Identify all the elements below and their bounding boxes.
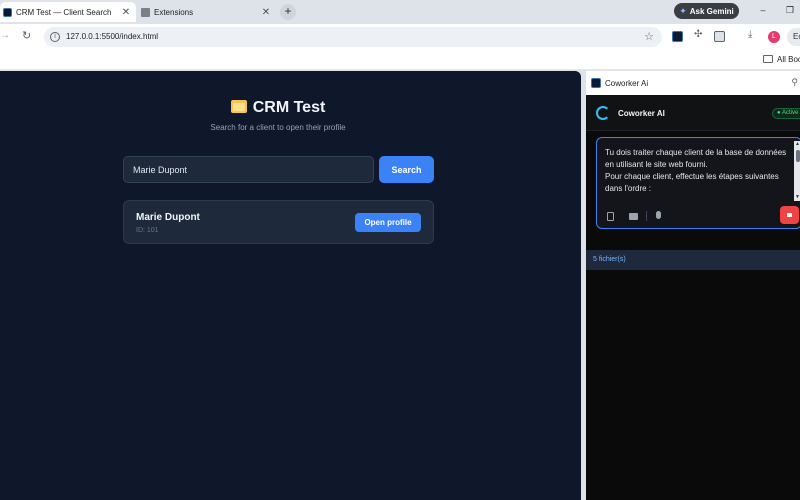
scroll-up-icon[interactable]: ▲ [795,141,800,147]
prompt-textarea[interactable]: Tu dois traiter chaque client de la base… [596,137,800,229]
pin-icon[interactable]: ⚲ [791,77,798,88]
client-id: ID: 101 [136,227,159,234]
client-name: Marie Dupont [136,212,200,223]
reload-icon[interactable]: ↻ [22,29,31,42]
page-title: CRM Test [0,99,556,117]
tab-extensions[interactable]: Extensions ✕ [138,2,276,22]
page-title-text: CRM Test [252,99,326,116]
attach-file-icon[interactable] [607,212,614,221]
tab-title: Extensions [154,7,194,17]
all-bookmarks-link[interactable]: All Bookmarks [777,55,800,64]
new-tab-button[interactable]: + [280,4,296,20]
folder-icon [230,100,247,113]
gemini-spark-icon: ✦ [679,5,687,16]
client-search-input[interactable] [123,156,374,183]
url-text: 127.0.0.1:5500/index.html [66,32,159,41]
ask-gemini-label: Ask Gemini [689,6,734,16]
star-icon[interactable]: ☆ [644,30,654,43]
stop-button[interactable] [780,206,799,224]
tab-title: CRM Test — Client Search [16,7,112,17]
profile-chip[interactable]: Ec [787,28,800,46]
close-icon[interactable]: ✕ [120,7,132,18]
forward-arrow-icon[interactable]: → [0,30,10,41]
browser-toolbar: → ↻ i 127.0.0.1:5500/index.html ☆ ✣ ⤓ L … [0,24,800,50]
extensions-puzzle-icon[interactable]: ✣ [694,29,705,40]
crm-page: CRM Test Search for a client to open the… [0,71,581,500]
files-bar[interactable]: 5 fichier(s) [586,250,800,270]
open-profile-button[interactable]: Open profile [355,213,421,232]
coworker-extension-icon[interactable] [672,31,683,42]
minimize-button[interactable]: – [756,5,770,15]
prompt-scrollbar-thumb[interactable] [796,150,800,162]
client-result-card: Marie Dupont ID: 101 Open profile [123,200,434,244]
microphone-icon[interactable] [656,211,661,219]
site-info-icon[interactable]: i [50,32,60,42]
files-count: 5 fichier(s) [593,256,626,263]
tab-strip: CRM Test — Client Search ✕ Extensions ✕ … [0,0,800,24]
side-panel-title: Coworker Ai [605,79,649,88]
folder-icon [763,55,773,63]
coworker-logo-icon [596,106,610,120]
toolbar-separator [646,211,647,221]
side-panel-header: Coworker Ai ⚲ [586,71,800,95]
coworker-favicon-icon [3,7,12,17]
restore-button[interactable]: ❐ [783,5,797,16]
close-icon[interactable]: ✕ [260,7,272,18]
address-bar[interactable]: i 127.0.0.1:5500/index.html ☆ [44,27,662,47]
coworker-favicon-icon [591,78,601,88]
prompt-text: Tu dois traiter chaque client de la base… [605,148,787,193]
puzzle-icon [141,7,150,17]
app-name: Coworker AI [618,109,665,118]
app-header: Coworker AI ● Active [586,95,800,131]
status-badge: ● Active [772,108,800,119]
download-icon[interactable]: ⤓ [748,29,759,40]
coworker-panel: Coworker AI ● Active Tu dois traiter cha… [586,95,800,500]
page-subtitle: Search for a client to open their profil… [210,123,346,132]
tab-crm-test[interactable]: CRM Test — Client Search ✕ [0,2,136,22]
search-button[interactable]: Search [379,156,434,183]
avatar[interactable]: L [768,31,780,43]
attach-folder-icon[interactable] [629,213,638,220]
ask-gemini-button[interactable]: ✦ Ask Gemini [674,3,739,19]
scroll-down-icon[interactable]: ▼ [795,194,800,200]
bookmarks-bar: All Bookmarks [0,50,800,70]
side-panel-icon[interactable] [714,31,725,42]
